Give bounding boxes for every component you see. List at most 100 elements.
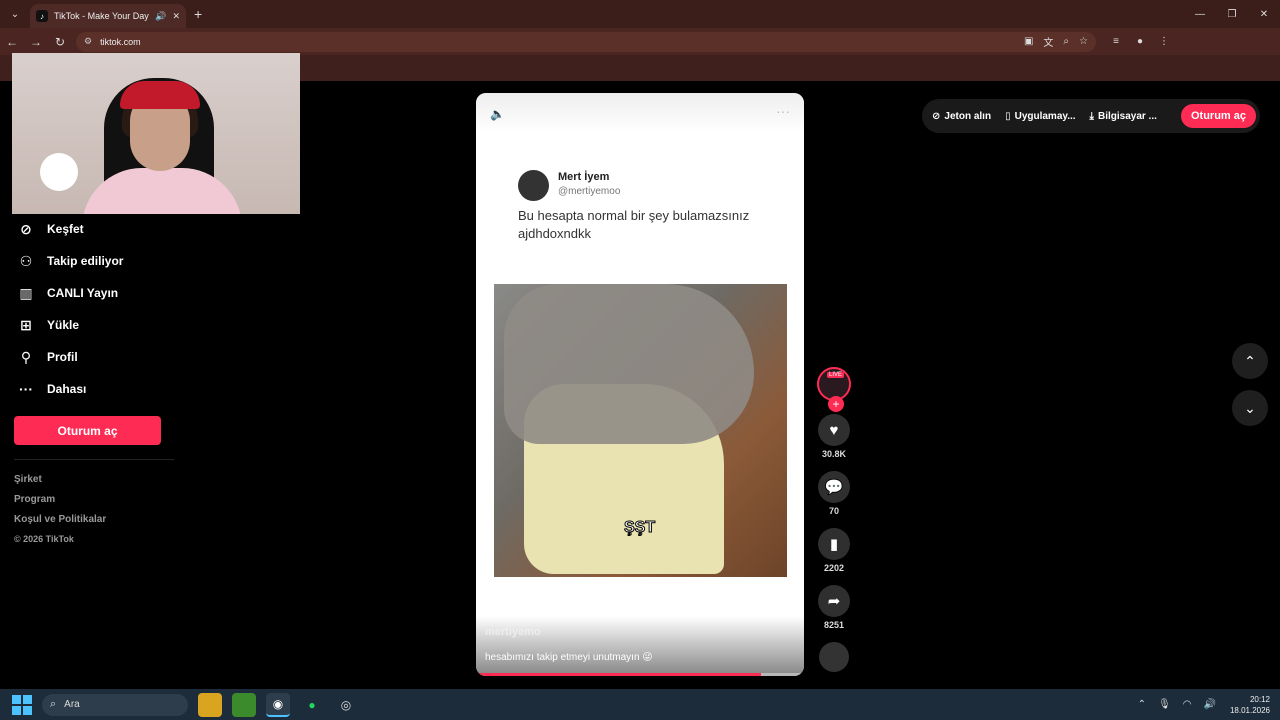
tab-search-icon[interactable]: ⌄: [4, 4, 26, 24]
file-explorer-icon[interactable]: [198, 692, 222, 717]
top-login-button[interactable]: Oturum aç: [1180, 104, 1256, 128]
link-terms[interactable]: Koşul ve Politikalar: [14, 514, 189, 534]
browser-tab-bar: ⌄ ♪ TikTok - Make Your Day 🔊 ✕ + — ❐ ✕: [0, 0, 1280, 28]
like-action[interactable]: ♥ 30.8K: [816, 414, 852, 471]
creator-live-avatar[interactable]: LIVE +: [817, 367, 851, 412]
clock-time: 20:12: [1249, 694, 1270, 704]
minecraft-icon[interactable]: [232, 692, 256, 717]
phone-icon: ▯: [1005, 110, 1011, 122]
translate-icon[interactable]: 文: [1043, 34, 1053, 49]
top-right-actions: ⊘ Jeton alın ▯ Uygulamay... ⤓ Bilgisayar…: [922, 99, 1260, 133]
scroll-down-button[interactable]: ⌄: [1232, 390, 1268, 426]
upload-plus-icon: ⊞: [20, 316, 32, 333]
browser-tab[interactable]: ♪ TikTok - Make Your Day 🔊 ✕: [30, 4, 186, 28]
share-count: 8251: [823, 620, 845, 630]
bookmark-icon[interactable]: ▮: [818, 528, 850, 560]
clock-date: 18.01.2026: [1229, 705, 1270, 715]
menu-dots-icon[interactable]: ⋮: [1152, 36, 1176, 47]
music-avatar[interactable]: [819, 642, 849, 672]
login-button[interactable]: Oturum aç: [14, 416, 161, 445]
video-player[interactable]: 🔈 ··· Mert İyem @mertiyemoo Bu hesapta n…: [476, 93, 804, 676]
tray-chevron-icon[interactable]: ⌃: [1138, 699, 1146, 710]
search-label: Ara: [64, 699, 80, 710]
tiktok-favicon-icon: ♪: [36, 10, 48, 22]
tweet-text: Bu hesapta normal bir şey bulamazsınız a…: [518, 208, 750, 241]
cat: [504, 284, 754, 444]
profile-icon: ⚲: [20, 348, 32, 365]
comment-icon[interactable]: 💬: [818, 471, 850, 503]
video-overlay-text: ŞŞT: [623, 519, 656, 537]
streamer-hat: [120, 81, 200, 109]
cast-icon[interactable]: ▣: [1024, 36, 1033, 47]
new-tab-icon[interactable]: +: [194, 6, 202, 22]
sidebar-item-dahasi[interactable]: ··· Dahası: [14, 373, 189, 405]
chevron-up-icon: ⌃: [1244, 352, 1256, 369]
copyright: © 2026 TikTok: [14, 534, 74, 544]
sidebar: ⊘ Keşfet ⚇ Takip ediliyor ▥ CANLI Yayın …: [14, 213, 189, 554]
like-count: 30.8K: [821, 449, 847, 459]
webcam-overlay: [12, 53, 300, 214]
taskbar-search[interactable]: ⌕ Ara: [42, 693, 188, 716]
user-follow-icon: ⚇: [19, 252, 33, 269]
more-options-icon[interactable]: ···: [776, 103, 790, 119]
start-windows-icon[interactable]: [12, 694, 32, 715]
obs-icon[interactable]: ◎: [334, 693, 358, 717]
follow-plus-icon[interactable]: +: [828, 396, 844, 412]
heart-icon[interactable]: ♥: [818, 414, 850, 446]
sidebar-item-yukle[interactable]: ⊞ Yükle: [14, 309, 189, 341]
footer-links: Şirket Program Koşul ve Politikalar © 20…: [14, 474, 189, 554]
close-window-icon[interactable]: ✕: [1248, 0, 1280, 28]
sidebar-item-kesfet[interactable]: ⊘ Keşfet: [14, 213, 189, 245]
profile-avatar-icon[interactable]: ●: [1128, 36, 1152, 47]
url-bar[interactable]: ⚙ tiktok.com ▣ 文 ⌕ ☆: [76, 31, 1096, 52]
live-tv-icon: ▥: [19, 284, 33, 301]
tweet-author-handle: @mertiyemoo: [558, 186, 621, 197]
restore-icon[interactable]: ❐: [1216, 0, 1248, 28]
download-icon: ⤓: [1089, 110, 1094, 122]
sidebar-item-label: Dahası: [47, 382, 87, 396]
link-program[interactable]: Program: [14, 494, 189, 514]
close-tab-icon[interactable]: ✕: [172, 11, 180, 22]
zoom-icon[interactable]: ⌕: [1063, 36, 1069, 47]
cat-video-frame: ŞŞT: [494, 284, 787, 577]
reload-icon[interactable]: ↻: [48, 28, 72, 55]
share-action[interactable]: ➦ 8251: [816, 585, 852, 642]
comment-action[interactable]: 💬 70: [816, 471, 852, 528]
share-icon[interactable]: ➦: [818, 585, 850, 617]
taskbar-clock[interactable]: 20:12 18.01.2026: [1230, 694, 1270, 716]
sidebar-item-takip[interactable]: ⚇ Takip ediliyor: [14, 245, 189, 277]
video-progress-fill: [476, 673, 762, 676]
minimize-icon[interactable]: —: [1184, 0, 1216, 28]
speaker-icon[interactable]: 🔊: [155, 11, 166, 22]
volume-icon[interactable]: 🔈: [490, 107, 505, 121]
window-controls: — ❐ ✕: [1184, 0, 1280, 28]
get-app-button[interactable]: ▯ Uygulamay...: [1005, 111, 1075, 122]
spotify-icon[interactable]: ●: [300, 693, 324, 717]
tab-list-icon[interactable]: ≡: [1104, 36, 1128, 47]
bookmark-star-icon[interactable]: ☆: [1079, 36, 1088, 47]
video-bottom-gradient: [476, 616, 804, 676]
tweet-author-name: Mert İyem: [558, 171, 610, 183]
forward-icon[interactable]: →: [24, 28, 48, 55]
more-dots-icon: ···: [19, 381, 33, 397]
volume-tray-icon[interactable]: 🔊: [1204, 699, 1216, 710]
sidebar-item-canli[interactable]: ▥ CANLI Yayın: [14, 277, 189, 309]
link-company[interactable]: Şirket: [14, 474, 189, 494]
video-progress-bar[interactable]: [476, 673, 804, 676]
get-app-label: Uygulamay...: [1014, 110, 1076, 122]
url-text: tiktok.com: [100, 36, 141, 47]
scroll-up-button[interactable]: ⌃: [1232, 343, 1268, 379]
site-info-icon[interactable]: ⚙: [84, 36, 92, 47]
chrome-icon[interactable]: ◉: [266, 692, 290, 717]
video-author[interactable]: mertiyemo: [485, 626, 541, 638]
sidebar-item-profil[interactable]: ⚲ Profil: [14, 341, 189, 373]
desktop-app-button[interactable]: ⤓ Bilgisayar ...: [1090, 111, 1157, 122]
sidebar-item-label: Takip ediliyor: [47, 254, 124, 268]
microphone-icon[interactable]: 🎙: [1158, 699, 1171, 710]
wifi-icon[interactable]: ◠: [1183, 699, 1192, 710]
tab-title: TikTok - Make Your Day: [54, 11, 149, 21]
back-icon[interactable]: ←: [0, 28, 24, 55]
get-coins-button[interactable]: ⊘ Jeton alın: [932, 111, 991, 122]
save-action[interactable]: ▮ 2202: [816, 528, 852, 585]
sidebar-divider: [14, 459, 174, 460]
